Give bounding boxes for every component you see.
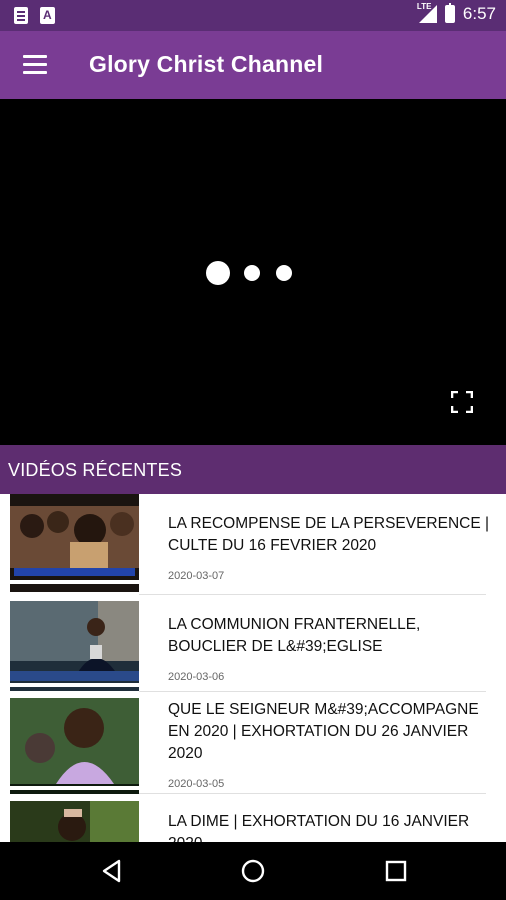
video-title: LA COMMUNION FRANTERNELLE, BOUCLIER DE L…: [168, 616, 421, 655]
a-app-icon: [40, 7, 55, 24]
video-thumbnail: [10, 494, 139, 592]
video-date: 2020-03-05: [168, 778, 225, 790]
video-title: LA RECOMPENSE DE LA PERSEVERENCE | CULTE…: [168, 515, 490, 554]
section-title: VIDÉOS RÉCENTES: [8, 460, 183, 480]
video-date: 2020-03-07: [168, 570, 225, 582]
signal-icon: LTE: [416, 2, 437, 23]
video-title: LA DIME | EXHORTATION DU 16 JANVIER 2020: [168, 813, 470, 842]
video-date: 2020-03-06: [168, 671, 225, 683]
status-bar: LTE 6:57: [0, 0, 506, 31]
list-item[interactable]: LA DIME | EXHORTATION DU 16 JANVIER 2020: [0, 794, 506, 842]
list-item[interactable]: LA RECOMPENSE DE LA PERSEVERENCE | CULTE…: [0, 494, 506, 592]
video-player[interactable]: [0, 99, 506, 445]
app-bar: Glory Christ Channel: [0, 31, 506, 99]
video-title: QUE LE SEIGNEUR M&#39;ACCOMPAGNE EN 2020…: [168, 701, 479, 762]
network-type-label: LTE: [416, 2, 432, 11]
app-title: Glory Christ Channel: [89, 51, 324, 77]
loading-indicator: [206, 261, 292, 285]
video-list: LA RECOMPENSE DE LA PERSEVERENCE | CULTE…: [0, 494, 506, 842]
video-thumbnail: [10, 698, 139, 794]
section-header: VIDÉOS RÉCENTES: [0, 445, 506, 494]
back-triangle-icon[interactable]: [100, 859, 124, 883]
loading-dot: [276, 265, 292, 281]
video-thumbnail: [10, 801, 139, 842]
video-thumbnail: [10, 601, 139, 691]
recents-square-icon[interactable]: [384, 859, 408, 883]
list-item[interactable]: LA COMMUNION FRANTERNELLE, BOUCLIER DE L…: [0, 595, 506, 691]
loading-dot: [206, 261, 230, 285]
hamburger-menu-icon[interactable]: [23, 55, 47, 75]
battery-icon: [444, 3, 455, 23]
document-icon: [14, 7, 28, 24]
home-circle-icon[interactable]: [241, 859, 265, 883]
clock-time: 6:57: [462, 4, 496, 23]
loading-dot: [244, 265, 260, 281]
list-item[interactable]: QUE LE SEIGNEUR M&#39;ACCOMPAGNE EN 2020…: [0, 692, 506, 794]
navigation-bar: [0, 842, 506, 900]
fullscreen-icon[interactable]: [450, 390, 474, 414]
